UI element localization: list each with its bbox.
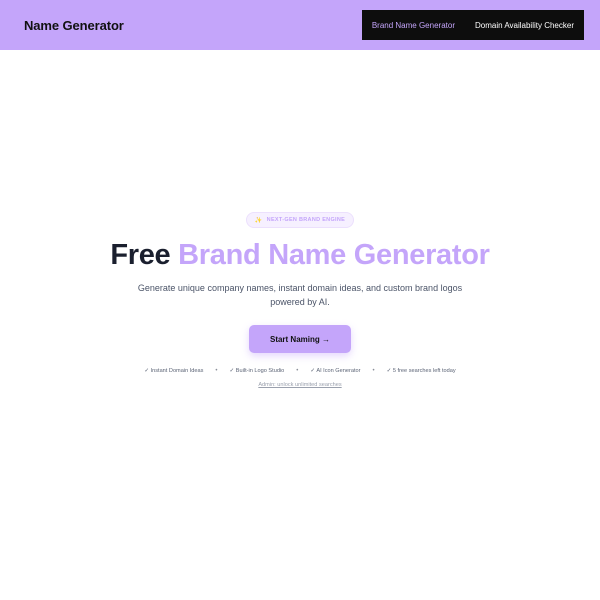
- feature-list: ✓ Instant Domain Ideas • ✓ Built-in Logo…: [144, 368, 455, 374]
- main-nav: Brand Name Generator Domain Availability…: [361, 10, 584, 40]
- page-title-part2: Brand Name Generator: [178, 239, 490, 271]
- sparkle-icon: ✨: [254, 217, 263, 224]
- page-title: Free Brand Name Generator: [110, 237, 490, 273]
- feature-separator: •: [215, 368, 218, 374]
- admin-unlock-link[interactable]: Admin: unlock unlimited searches: [258, 382, 341, 388]
- top-header: Name Generator Brand Name Generator Doma…: [0, 0, 600, 50]
- nav-brand-name-generator[interactable]: Brand Name Generator: [372, 21, 455, 30]
- site-logo[interactable]: Name Generator: [24, 18, 124, 33]
- hero-badge: ✨ NEXT-GEN BRAND ENGINE: [245, 212, 355, 228]
- feature-item-instant-domain-ideas: ✓ Instant Domain Ideas: [144, 368, 204, 374]
- start-naming-button[interactable]: Start Naming →: [249, 325, 351, 353]
- nav-domain-availability-checker[interactable]: Domain Availability Checker: [475, 21, 574, 30]
- feature-item-logo-studio: ✓ Built-in Logo Studio: [229, 368, 285, 374]
- hero-subtitle: Generate unique company names, instant d…: [137, 283, 463, 307]
- feature-item-free-searches: ✓ 5 free searches left today: [386, 368, 456, 374]
- hero-section: ✨ NEXT-GEN BRAND ENGINE Free Brand Name …: [0, 205, 600, 388]
- page-title-part1: Free: [110, 239, 171, 271]
- feature-item-ai-icon-generator: ✓ AI Icon Generator: [310, 368, 361, 374]
- hero-badge-label: NEXT-GEN BRAND ENGINE: [266, 217, 346, 223]
- feature-separator: •: [372, 368, 375, 374]
- feature-separator: •: [296, 368, 299, 374]
